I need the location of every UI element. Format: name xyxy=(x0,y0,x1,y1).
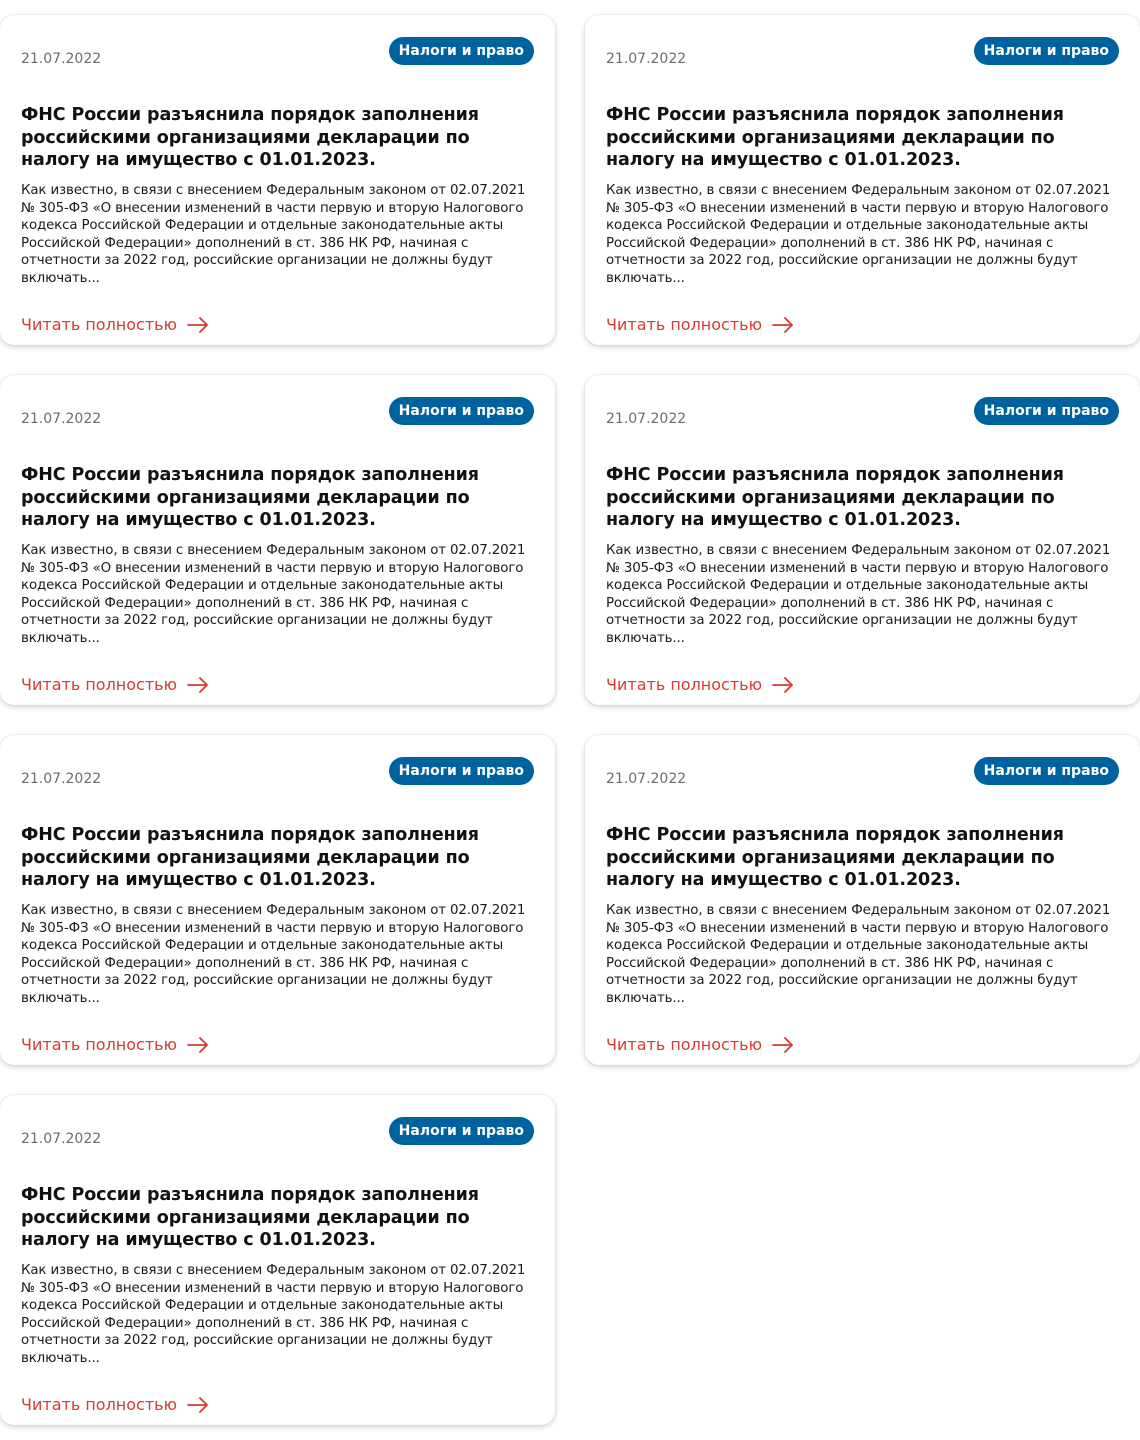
news-excerpt: Как известно, в связи с внесением Федера… xyxy=(21,903,526,1006)
news-grid: 21.07.2022 Налоги и право ФНС России раз… xyxy=(0,0,1140,1440)
news-date: 21.07.2022 xyxy=(606,771,687,787)
category-tag[interactable]: Налоги и право xyxy=(973,37,1119,65)
arrow-right-icon xyxy=(772,677,793,693)
news-excerpt: Как известно, в связи с внесением Федера… xyxy=(606,183,1111,286)
news-title[interactable]: ФНС России разъяснила порядок заполнения… xyxy=(21,824,537,892)
read-more-link[interactable]: Читать полностью xyxy=(606,675,794,695)
news-card: 21.07.2022 Налоги и право ФНС России раз… xyxy=(585,15,1140,345)
news-title[interactable]: ФНС России разъяснила порядок заполнения… xyxy=(606,464,1122,532)
news-title[interactable]: ФНС России разъяснила порядок заполнения… xyxy=(21,1184,537,1252)
news-excerpt: Как известно, в связи с внесением Федера… xyxy=(606,903,1111,1006)
category-tag[interactable]: Налоги и право xyxy=(388,37,534,65)
read-more-label: Читать полностью xyxy=(606,1035,763,1054)
arrow-right-icon xyxy=(187,677,208,693)
arrow-right-icon xyxy=(772,317,793,333)
read-more-label: Читать полностью xyxy=(21,675,178,694)
read-more-label: Читать полностью xyxy=(21,1035,178,1054)
news-card: 21.07.2022 Налоги и право ФНС России раз… xyxy=(0,1095,555,1425)
read-more-label: Читать полностью xyxy=(21,1395,178,1414)
news-title[interactable]: ФНС России разъяснила порядок заполнения… xyxy=(21,104,537,172)
news-date: 21.07.2022 xyxy=(21,411,102,427)
arrow-right-icon xyxy=(187,317,208,333)
news-title[interactable]: ФНС России разъяснила порядок заполнения… xyxy=(21,464,537,532)
category-tag[interactable]: Налоги и право xyxy=(388,757,534,785)
read-more-link[interactable]: Читать полностью xyxy=(21,675,209,695)
news-title[interactable]: ФНС России разъяснила порядок заполнения… xyxy=(606,104,1122,172)
news-excerpt: Как известно, в связи с внесением Федера… xyxy=(21,183,526,286)
category-tag[interactable]: Налоги и право xyxy=(973,397,1119,425)
news-excerpt: Как известно, в связи с внесением Федера… xyxy=(21,1263,526,1366)
news-card: 21.07.2022 Налоги и право ФНС России раз… xyxy=(0,735,555,1065)
news-excerpt: Как известно, в связи с внесением Федера… xyxy=(606,543,1111,646)
news-date: 21.07.2022 xyxy=(606,411,687,427)
news-card: 21.07.2022 Налоги и право ФНС России раз… xyxy=(585,735,1140,1065)
read-more-link[interactable]: Читать полностью xyxy=(606,315,794,335)
read-more-label: Читать полностью xyxy=(606,675,763,694)
read-more-label: Читать полностью xyxy=(21,315,178,334)
arrow-right-icon xyxy=(187,1037,208,1053)
read-more-link[interactable]: Читать полностью xyxy=(606,1035,794,1055)
category-tag[interactable]: Налоги и право xyxy=(388,397,534,425)
news-date: 21.07.2022 xyxy=(21,771,102,787)
news-card: 21.07.2022 Налоги и право ФНС России раз… xyxy=(0,15,555,345)
news-card: 21.07.2022 Налоги и право ФНС России раз… xyxy=(0,375,555,705)
news-date: 21.07.2022 xyxy=(21,1131,102,1147)
news-title[interactable]: ФНС России разъяснила порядок заполнения… xyxy=(606,824,1122,892)
news-date: 21.07.2022 xyxy=(606,51,687,67)
read-more-link[interactable]: Читать полностью xyxy=(21,1395,209,1415)
news-excerpt: Как известно, в связи с внесением Федера… xyxy=(21,543,526,646)
read-more-label: Читать полностью xyxy=(606,315,763,334)
category-tag[interactable]: Налоги и право xyxy=(388,1117,534,1145)
category-tag[interactable]: Налоги и право xyxy=(973,757,1119,785)
read-more-link[interactable]: Читать полностью xyxy=(21,1035,209,1055)
news-date: 21.07.2022 xyxy=(21,51,102,67)
arrow-right-icon xyxy=(187,1397,208,1413)
read-more-link[interactable]: Читать полностью xyxy=(21,315,209,335)
arrow-right-icon xyxy=(772,1037,793,1053)
news-card: 21.07.2022 Налоги и право ФНС России раз… xyxy=(585,375,1140,705)
